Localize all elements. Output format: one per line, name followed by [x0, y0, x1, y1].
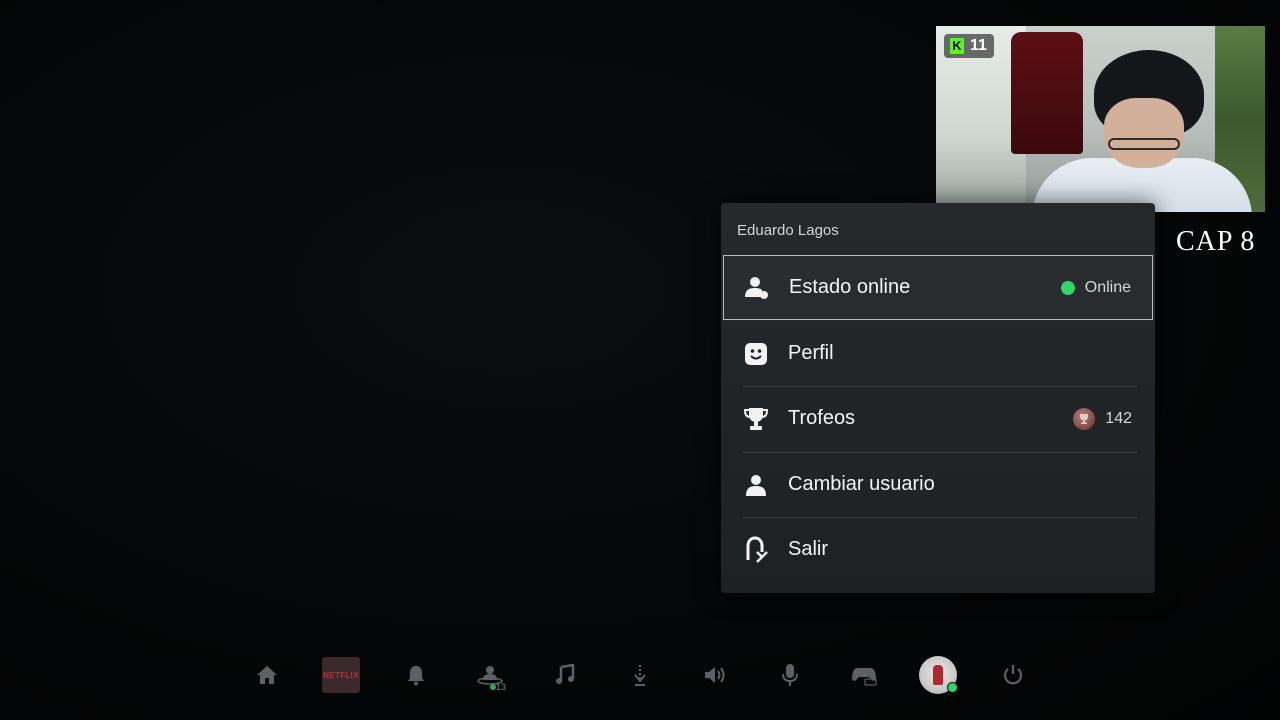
accessories-button[interactable] — [844, 650, 884, 700]
netflix-tile: NETFLIX — [322, 657, 360, 693]
webcam-overlay: K 11 — [936, 26, 1265, 212]
trophy-count: 142 — [1105, 409, 1132, 427]
sound-button[interactable] — [695, 650, 735, 700]
downloads-button[interactable] — [620, 650, 660, 700]
viewer-count: 11 — [970, 37, 987, 54]
power-button[interactable] — [993, 650, 1033, 700]
music-icon — [555, 664, 575, 686]
avatar-online-dot — [947, 682, 958, 693]
home-button[interactable] — [247, 650, 287, 700]
ps5-control-center: K 11 CAP 8 Eduardo Lagos Estado online O… — [0, 0, 1280, 720]
menu-item-label: Estado online — [789, 276, 911, 298]
online-status-text: Online — [1084, 278, 1131, 296]
profile-menu: Eduardo Lagos Estado online Online Perfi… — [721, 203, 1155, 593]
bell-icon — [406, 664, 426, 686]
menu-item-online-status[interactable]: Estado online Online — [723, 255, 1153, 320]
menu-item-label: Salir — [788, 538, 829, 560]
jersey-on-wall — [1011, 32, 1083, 154]
user-status-icon — [743, 274, 771, 302]
control-center-bar: NETFLIX 13 — [0, 650, 1280, 700]
trophy-icon — [742, 405, 770, 433]
menu-item-switch-user[interactable]: Cambiar usuario — [723, 452, 1153, 517]
game-base-button[interactable]: 13 — [470, 650, 510, 700]
exit-icon — [742, 535, 770, 564]
microphone-icon — [781, 663, 799, 687]
kick-logo-icon: K — [950, 38, 964, 54]
menu-item-sign-out[interactable]: Salir — [723, 517, 1153, 582]
user-icon — [742, 471, 770, 499]
netflix-app-button[interactable]: NETFLIX — [321, 650, 361, 700]
music-button[interactable] — [545, 650, 585, 700]
user-avatar-button[interactable] — [918, 650, 958, 700]
friends-online-count: 13 — [496, 682, 507, 692]
speaker-icon — [703, 665, 727, 685]
chapter-label: CAP 8 — [1176, 226, 1256, 257]
menu-item-profile[interactable]: Perfil — [723, 321, 1153, 386]
microphone-button[interactable] — [770, 650, 810, 700]
online-status-dot — [1060, 280, 1075, 295]
power-icon — [1002, 664, 1024, 686]
menu-user-name: Eduardo Lagos — [737, 222, 839, 239]
menu-item-label: Cambiar usuario — [788, 473, 935, 495]
viewer-count-badge: K 11 — [944, 34, 994, 58]
menu-item-label: Perfil — [788, 342, 834, 364]
download-icon — [632, 663, 648, 687]
menu-item-label: Trofeos — [788, 407, 856, 429]
trophy-level-icon — [1073, 407, 1096, 430]
notifications-button[interactable] — [396, 650, 436, 700]
controller-icon — [851, 664, 877, 686]
profile-face-icon — [742, 340, 770, 368]
menu-item-trophies[interactable]: Trofeos 142 — [723, 386, 1153, 451]
home-icon — [256, 665, 278, 685]
